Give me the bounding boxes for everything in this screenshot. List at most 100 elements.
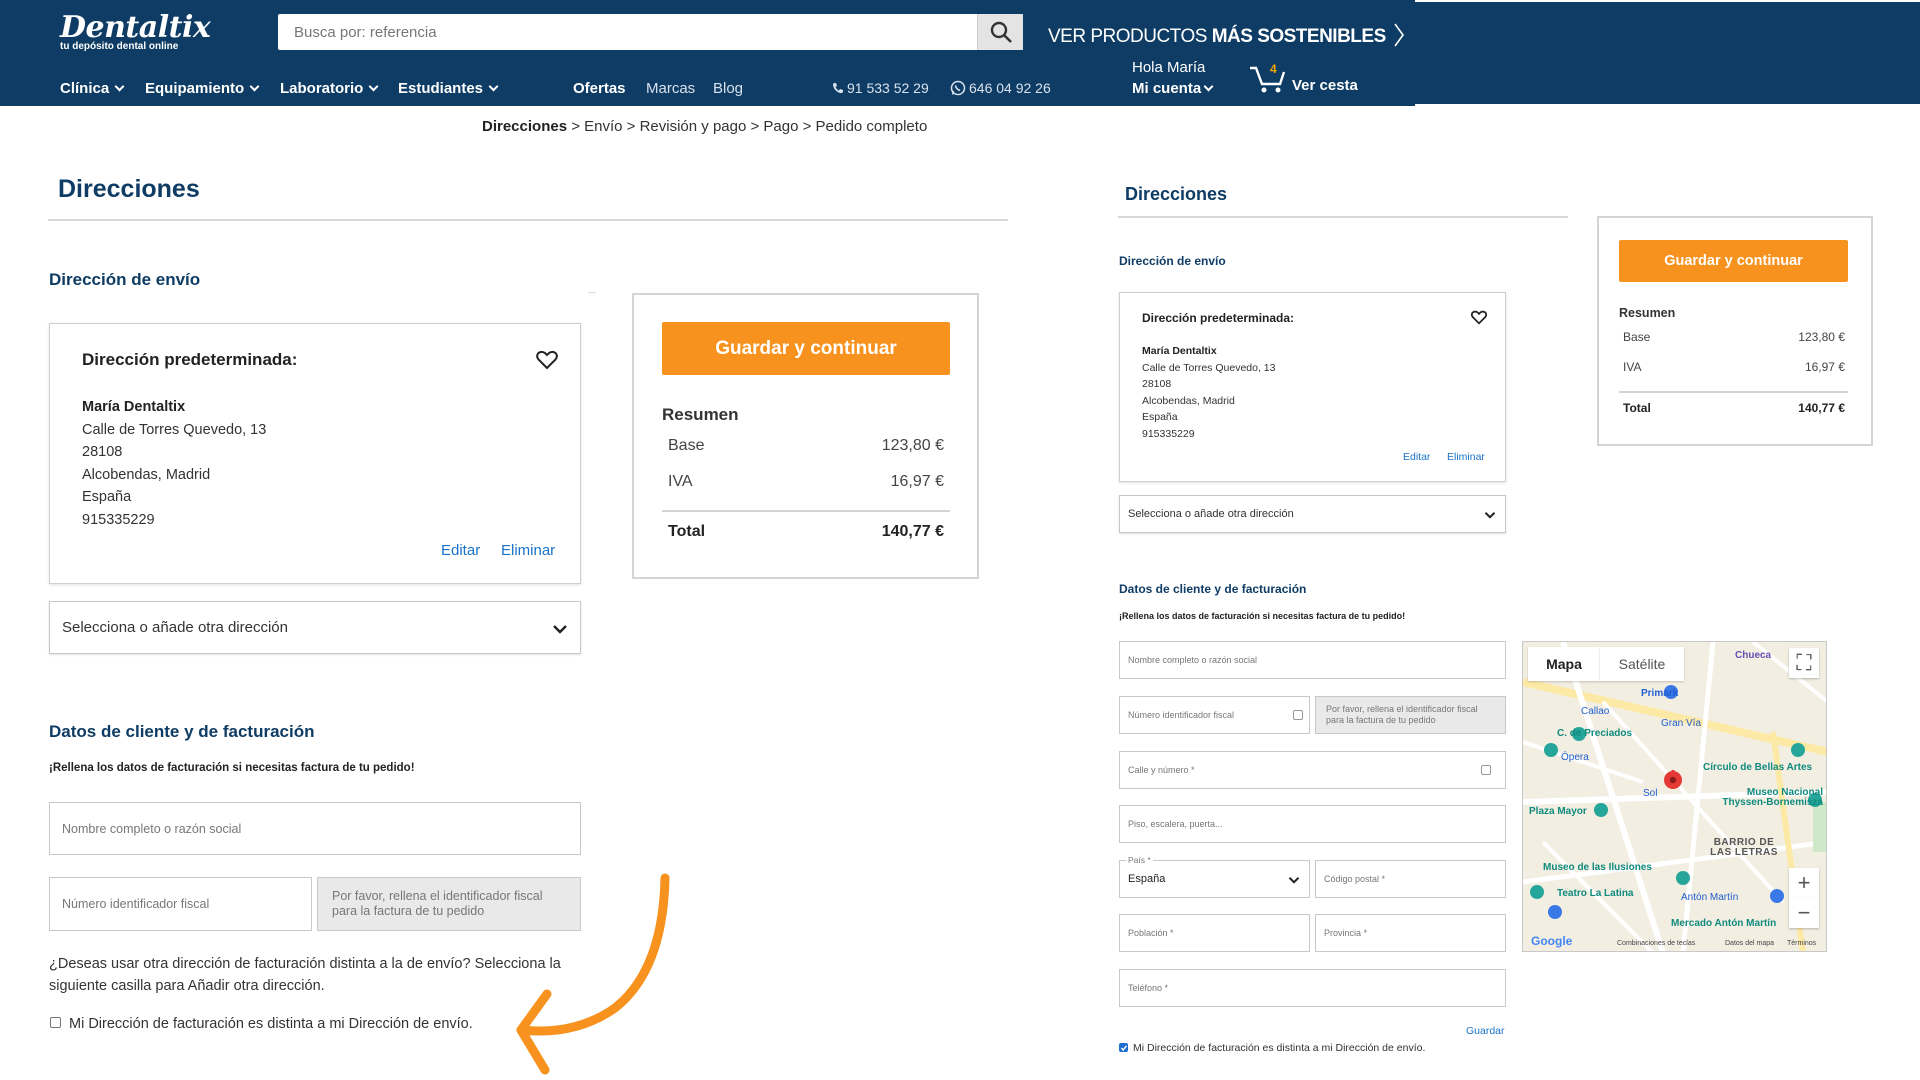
nav-clinica[interactable]: Clínica <box>60 80 125 97</box>
nav-laboratorio[interactable]: Laboratorio <box>280 80 379 97</box>
company-name-field-mobile[interactable]: Nombre completo o razón social <box>1119 641 1506 679</box>
nav-ofertas[interactable]: Ofertas <box>573 80 626 97</box>
nav-estudiantes-label: Estudiantes <box>398 80 484 97</box>
company-name-field[interactable]: Nombre completo o razón social <box>49 802 581 855</box>
title-divider <box>48 219 1008 221</box>
country-field-label: País * <box>1126 855 1153 865</box>
address-zip-mobile: 28108 <box>1142 378 1172 390</box>
map-label-museo-ilusiones: Museo de las Ilusiones <box>1543 862 1652 873</box>
tax-label: IVA <box>668 473 693 490</box>
greeting: Hola María <box>1132 59 1206 76</box>
chevron-right-icon <box>1393 23 1404 47</box>
address-phone-mobile: 915335229 <box>1142 427 1195 440</box>
address-city-mobile: Alcobendas, Madrid <box>1142 394 1235 407</box>
phone-field-mobile[interactable]: Teléfono * <box>1119 969 1506 1007</box>
save-link-mobile[interactable]: Guardar <box>1466 1025 1505 1037</box>
order-summary: Guardar y continuar Resumen Base 123,80 … <box>632 293 979 579</box>
address-street-mobile: Calle de Torres Quevedo, 13 <box>1142 361 1276 374</box>
sustainable-products-link[interactable]: VER PRODUCTOS MÁS SOSTENIBLES <box>1048 22 1405 48</box>
base-label-mobile: Base <box>1623 330 1651 344</box>
chevron-down-icon <box>368 81 379 92</box>
whatsapp-icon <box>950 80 966 96</box>
billing-note: ¡Rellena los datos de facturación si nec… <box>49 762 415 774</box>
delete-address-link[interactable]: Eliminar <box>501 542 555 559</box>
whatsapp-link[interactable]: 646 04 92 26 <box>950 80 1051 96</box>
different-billing-checkbox-mobile[interactable] <box>1119 1043 1128 1052</box>
address-select-mobile[interactable]: Selecciona o añade otra dirección <box>1119 495 1506 533</box>
total-value-mobile: 140,77 € <box>1798 401 1845 415</box>
summary-heading-mobile: Resumen <box>1619 306 1676 320</box>
map-label-circulo: Círculo de Bellas Artes <box>1703 762 1813 773</box>
map-label-anton-martin: Antón Martín <box>1681 892 1739 903</box>
zoom-out-button[interactable]: − <box>1789 898 1819 928</box>
country-select-mobile[interactable]: País * España <box>1119 855 1310 898</box>
google-map[interactable]: Mapa Satélite ⛶ + − Chueca Primark Calla… <box>1522 641 1827 952</box>
autofill-icon <box>1481 765 1491 775</box>
floor-field-mobile[interactable]: Piso, escalera, puerta... <box>1119 805 1506 843</box>
total-label: Total <box>668 523 706 540</box>
nav-equipamiento[interactable]: Equipamiento <box>145 80 260 97</box>
phone-number: 91 533 52 29 <box>847 80 929 96</box>
heart-icon[interactable] <box>1471 310 1487 325</box>
address-select[interactable]: Selecciona o añade otra dirección <box>49 601 581 654</box>
save-continue-button-mobile[interactable]: Guardar y continuar <box>1619 240 1848 282</box>
base-label: Base <box>668 437 705 454</box>
nav-marcas[interactable]: Marcas <box>646 80 695 97</box>
map-terms-link[interactable]: Términos <box>1787 940 1816 947</box>
map-tab-map[interactable]: Mapa <box>1528 647 1600 681</box>
tax-id-field-mobile[interactable]: Número identificador fiscal <box>1119 696 1310 734</box>
different-billing-label: Mi Dirección de facturación es distinta … <box>69 1016 473 1032</box>
search-input[interactable] <box>278 14 978 50</box>
chevron-down-icon <box>488 81 499 92</box>
shipping-divider-end <box>588 292 596 293</box>
map-label-teatro-latina: Teatro La Latina <box>1557 888 1634 899</box>
breadcrumb-current: Direcciones <box>482 118 568 135</box>
heart-icon[interactable] <box>536 350 558 370</box>
phone-link[interactable]: 91 533 52 29 <box>832 80 929 96</box>
nav-blog[interactable]: Blog <box>713 80 743 97</box>
delete-address-link-mobile[interactable]: Eliminar <box>1447 451 1485 463</box>
total-value: 140,77 € <box>881 523 944 540</box>
address-block-mobile: María Dentaltix Calle de Torres Quevedo,… <box>1142 343 1275 442</box>
street-placeholder-mobile: Calle y número * <box>1128 765 1195 775</box>
cart-icon <box>1250 66 1286 93</box>
company-name-placeholder-mobile: Nombre completo o razón social <box>1128 655 1258 665</box>
summary-base-row-mobile: Base 123,80 € <box>1623 330 1845 344</box>
different-billing-label-mobile: Mi Dirección de facturación es distinta … <box>1133 1042 1426 1054</box>
postal-code-field-mobile[interactable]: Código postal * <box>1315 860 1506 898</box>
edit-address-link[interactable]: Editar <box>441 542 480 559</box>
map-label-sol: Sol <box>1643 788 1658 799</box>
nav-estudiantes[interactable]: Estudiantes <box>398 80 499 97</box>
tax-id-field[interactable]: Número identificador fiscal <box>49 877 312 931</box>
save-continue-button[interactable]: Guardar y continuar <box>662 322 950 375</box>
town-placeholder-mobile: Población * <box>1128 928 1174 938</box>
fullscreen-icon[interactable]: ⛶ <box>1789 648 1819 678</box>
search-button[interactable] <box>977 14 1023 50</box>
logo[interactable]: Dentaltix tu depósito dental online <box>60 10 211 52</box>
edit-address-link-mobile[interactable]: Editar <box>1403 451 1430 463</box>
account-menu[interactable]: Mi cuenta <box>1132 80 1214 97</box>
zoom-in-button[interactable]: + <box>1789 868 1819 898</box>
chevron-down-icon <box>553 624 567 634</box>
street-field-mobile[interactable]: Calle y número * <box>1119 751 1506 789</box>
map-keyboard-shortcuts[interactable]: Combinaciones de teclas <box>1617 940 1695 947</box>
account-label: Mi cuenta <box>1132 80 1202 97</box>
address-country: España <box>82 489 132 505</box>
town-field-mobile[interactable]: Población * <box>1119 914 1310 952</box>
map-data-link[interactable]: Datos del mapa <box>1725 940 1774 947</box>
province-field-mobile[interactable]: Provincia * <box>1315 914 1506 952</box>
company-name-placeholder: Nombre completo o razón social <box>62 821 242 836</box>
default-address-title-mobile: Dirección predeterminada: <box>1142 311 1295 325</box>
map-tab-satellite[interactable]: Satélite <box>1600 647 1684 681</box>
google-logo: Google <box>1531 934 1573 948</box>
default-address-card: Dirección predeterminada: María Dentalti… <box>49 323 581 584</box>
map-label-gran-via: Gran Vía <box>1661 718 1702 729</box>
cart-button[interactable]: 4 Ver cesta <box>1248 62 1358 94</box>
map-label-plaza-mayor: Plaza Mayor <box>1529 806 1587 817</box>
tax-value: 16,97 € <box>890 473 944 490</box>
total-label-mobile: Total <box>1623 401 1651 415</box>
different-billing-checkbox[interactable] <box>50 1017 61 1028</box>
annotation-arrow <box>516 873 670 1075</box>
map-label-preciados: C. de Preciados <box>1557 728 1633 739</box>
billing-note-mobile: ¡Rellena los datos de facturación si nec… <box>1119 611 1406 621</box>
